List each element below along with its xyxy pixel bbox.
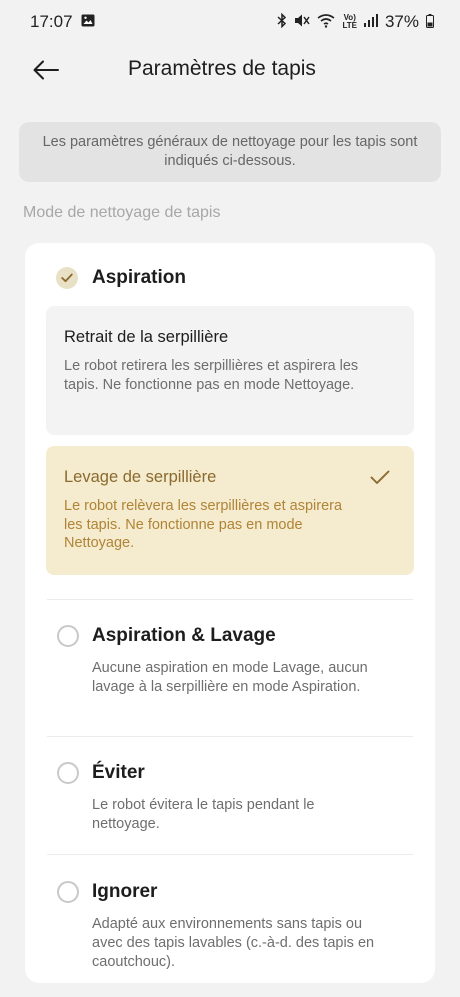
option-vacuum-and-mop-radio[interactable] <box>57 625 79 647</box>
bluetooth-icon <box>277 12 287 31</box>
divider <box>47 599 413 600</box>
volte-icon: Vo) LTE <box>342 13 357 30</box>
option-vacuum-and-mop[interactable]: Aspiration & Lavage Aucune aspiration en… <box>25 617 435 717</box>
option-avoid-radio[interactable] <box>57 762 79 784</box>
sub-option-mop-removal-desc: Le robot retirera les serpillières et as… <box>64 358 359 393</box>
option-aspiration-radio[interactable] <box>56 267 78 289</box>
divider <box>47 736 413 737</box>
section-label: Mode de nettoyage de tapis <box>23 204 221 221</box>
status-bar: 17:07 Vo) LTE 37% <box>0 0 460 44</box>
check-icon <box>61 273 73 283</box>
network-label: LTE <box>342 21 357 30</box>
option-avoid[interactable]: Éviter Le robot évitera le tapis pendant… <box>25 755 435 837</box>
option-vacuum-and-mop-title: Aspiration & Lavage <box>92 625 276 646</box>
sub-option-mop-removal-title: Retrait de la serpillière <box>64 328 229 346</box>
option-ignore-radio[interactable] <box>57 881 79 903</box>
info-banner: Les paramètres généraux de nettoyage pou… <box>19 122 441 182</box>
status-time: 17:07 <box>30 12 73 31</box>
sub-option-mop-removal[interactable]: Retrait de la serpillière Le robot retir… <box>46 306 414 435</box>
battery-percent: 37% <box>384 12 419 31</box>
app-header: Paramètres de tapis <box>0 44 460 96</box>
option-vacuum-and-mop-desc: Aucune aspiration en mode Lavage, aucun … <box>92 660 368 695</box>
page-title: Paramètres de tapis <box>128 57 316 80</box>
option-avoid-desc: Le robot évitera le tapis pendant le net… <box>92 797 315 832</box>
wifi-icon <box>317 13 335 31</box>
sub-option-mop-lift[interactable]: Levage de serpillière Le robot relèvera … <box>46 446 414 575</box>
mute-icon <box>294 13 311 31</box>
sub-option-mop-lift-title: Levage de serpillière <box>64 468 217 486</box>
sub-option-mop-lift-desc: Le robot relèvera les serpillières et as… <box>64 498 343 551</box>
carpet-settings-screen: 17:07 Vo) LTE 37% Paramètres de tapis Le… <box>0 0 460 997</box>
option-ignore[interactable]: Ignorer Adapté aux environnements sans t… <box>25 873 435 973</box>
back-button[interactable] <box>28 54 64 86</box>
arrow-left-icon <box>33 60 59 80</box>
battery-icon <box>426 13 434 31</box>
gallery-icon <box>81 12 95 32</box>
checkmark-icon <box>370 470 390 484</box>
option-aspiration-title: Aspiration <box>92 267 186 288</box>
option-aspiration[interactable]: Aspiration <box>25 261 435 295</box>
carpet-mode-card: Aspiration Retrait de la serpillière Le … <box>25 243 435 983</box>
signal-icon <box>363 14 378 30</box>
option-avoid-title: Éviter <box>92 762 145 783</box>
divider <box>47 854 413 855</box>
option-ignore-desc: Adapté aux environnements sans tapis ou … <box>92 916 375 970</box>
option-ignore-title: Ignorer <box>92 881 158 902</box>
info-banner-text: Les paramètres généraux de nettoyage pou… <box>42 134 418 169</box>
